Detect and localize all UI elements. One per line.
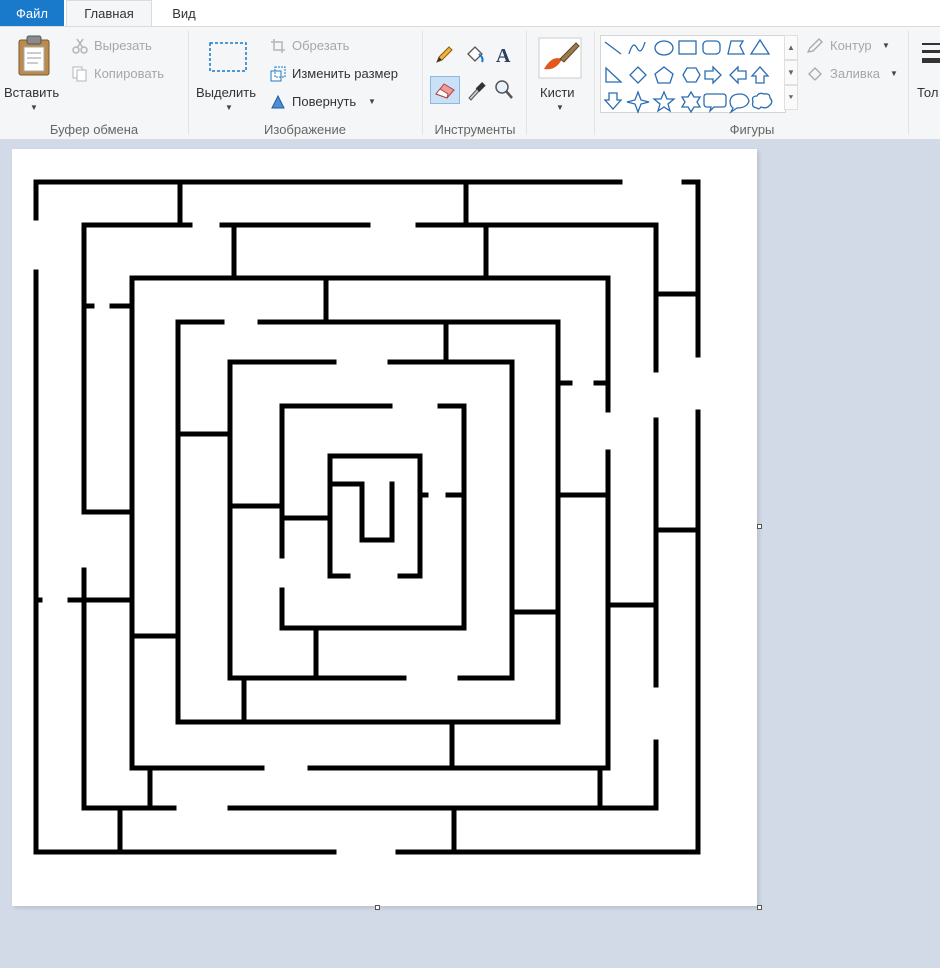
polygon-shape-icon[interactable]	[727, 40, 746, 55]
oval-shape-icon[interactable]	[654, 40, 674, 56]
shapes-gallery-scroller: ▲ ▼ ⯆	[784, 35, 798, 113]
left-arrow-shape-icon[interactable]	[729, 65, 747, 85]
crop-label: Обрезать	[292, 38, 350, 53]
thickness-button[interactable]: Тол	[912, 31, 940, 117]
scissors-icon	[72, 38, 88, 54]
line-shape-icon[interactable]	[604, 41, 622, 55]
eraser-tool[interactable]	[430, 76, 460, 104]
shapes-scroll-up-icon[interactable]: ▲	[784, 35, 798, 60]
resize-label: Изменить размер	[292, 66, 398, 81]
paste-label: Вставить	[4, 85, 60, 100]
crop-button[interactable]: Обрезать	[270, 37, 380, 57]
triangle-shape-icon[interactable]	[749, 38, 771, 55]
crop-icon	[271, 39, 285, 53]
rotate-button[interactable]: Повернуть ▼	[270, 93, 390, 113]
ribbon-separator	[526, 31, 527, 135]
eraser-icon	[435, 83, 455, 99]
hexagon-shape-icon[interactable]	[682, 67, 701, 83]
clipboard-group-label: Буфер обмена	[49, 122, 139, 137]
tab-home-label: Главная	[84, 6, 134, 21]
canvas-resize-handle-right[interactable]	[757, 524, 762, 529]
select-dropdown-icon: ▼	[225, 103, 233, 112]
rotate-label: Повернуть	[292, 94, 357, 109]
fill-bucket-icon[interactable]	[464, 45, 486, 65]
drawing-canvas[interactable]	[12, 149, 757, 906]
paste-icon	[18, 35, 50, 76]
ribbon-tab-bar: Файл Главная Вид	[0, 0, 940, 26]
tab-view[interactable]: Вид	[160, 0, 208, 26]
rotate-icon	[271, 94, 285, 109]
right-arrow-shape-icon[interactable]	[704, 65, 722, 85]
ribbon-separator	[908, 31, 909, 135]
brushes-button[interactable]: Кисти ▼	[530, 31, 590, 117]
up-arrow-shape-icon[interactable]	[750, 66, 770, 84]
tab-view-label: Вид	[172, 5, 196, 21]
outline-pencil-icon	[806, 38, 823, 53]
canvas-resize-handle-bottom[interactable]	[375, 905, 380, 910]
canvas-resize-handle-corner[interactable]	[757, 905, 762, 910]
ribbon: Вставить ▼ Вырезать Копировать Буфер обм…	[0, 26, 940, 140]
shapes-expand-icon[interactable]: ⯆	[784, 85, 798, 110]
paste-button[interactable]: Вставить ▼	[2, 31, 66, 117]
outline-dropdown-icon: ▼	[882, 41, 890, 50]
fill-label: Заливка	[830, 66, 881, 81]
copy-button[interactable]: Копировать	[72, 65, 182, 85]
outline-button[interactable]: Контур ▼	[806, 37, 902, 57]
paste-dropdown-icon: ▼	[30, 103, 38, 112]
rectangle-shape-icon[interactable]	[678, 40, 697, 55]
shapes-gallery	[600, 35, 786, 114]
cut-button[interactable]: Вырезать	[72, 37, 172, 57]
image-group-label: Изображение	[264, 122, 346, 137]
right-triangle-shape-icon[interactable]	[605, 66, 623, 83]
ribbon-separator	[188, 31, 189, 135]
cloud-callout-shape-icon[interactable]	[751, 92, 773, 110]
text-icon[interactable]: A	[494, 43, 514, 67]
shapes-scroll-down-icon[interactable]: ▼	[784, 60, 798, 85]
resize-button[interactable]: Изменить размер	[270, 65, 420, 85]
four-point-star-shape-icon[interactable]	[626, 90, 650, 114]
magnifier-icon[interactable]	[494, 79, 514, 101]
fill-dropdown-icon: ▼	[890, 69, 898, 78]
brush-icon	[538, 37, 582, 79]
rounded-callout-shape-icon[interactable]	[703, 93, 727, 114]
color-picker-icon[interactable]	[466, 79, 486, 101]
maze-drawing	[33, 179, 701, 855]
thickness-icon	[922, 43, 940, 63]
thickness-label: Тол	[917, 85, 939, 100]
select-button[interactable]: Выделить ▼	[194, 31, 264, 117]
ribbon-separator	[594, 31, 595, 135]
select-rectangle-icon	[209, 42, 247, 72]
tab-file-label: Файл	[16, 5, 48, 21]
resize-icon	[270, 66, 286, 82]
diamond-shape-icon[interactable]	[629, 66, 647, 84]
oval-callout-shape-icon[interactable]	[729, 93, 750, 114]
brushes-label: Кисти	[540, 85, 575, 100]
shapes-group-label: Фигуры	[729, 122, 775, 137]
tab-file[interactable]: Файл	[0, 0, 64, 26]
svg-text:A: A	[496, 45, 511, 67]
cut-label: Вырезать	[94, 38, 152, 53]
pentagon-shape-icon[interactable]	[654, 66, 674, 84]
ribbon-separator	[422, 31, 423, 135]
copy-icon	[72, 66, 87, 82]
down-arrow-shape-icon[interactable]	[603, 92, 623, 110]
six-point-star-shape-icon[interactable]	[680, 90, 702, 114]
rounded-rectangle-shape-icon[interactable]	[702, 40, 721, 55]
five-point-star-shape-icon[interactable]	[652, 90, 676, 113]
outline-label: Контур	[830, 38, 872, 53]
brushes-dropdown-icon: ▼	[556, 103, 564, 112]
rotate-dropdown-icon: ▼	[368, 97, 376, 106]
fill-icon	[808, 67, 822, 81]
tools-group-label: Инструменты	[434, 122, 516, 137]
select-label: Выделить	[196, 85, 256, 100]
tab-home[interactable]: Главная	[66, 0, 152, 26]
fill-button[interactable]: Заливка ▼	[806, 65, 902, 85]
shapes-gallery-icons	[603, 38, 773, 114]
copy-label: Копировать	[94, 66, 164, 81]
pencil-icon[interactable]	[434, 45, 454, 65]
curve-shape-icon[interactable]	[628, 41, 646, 55]
